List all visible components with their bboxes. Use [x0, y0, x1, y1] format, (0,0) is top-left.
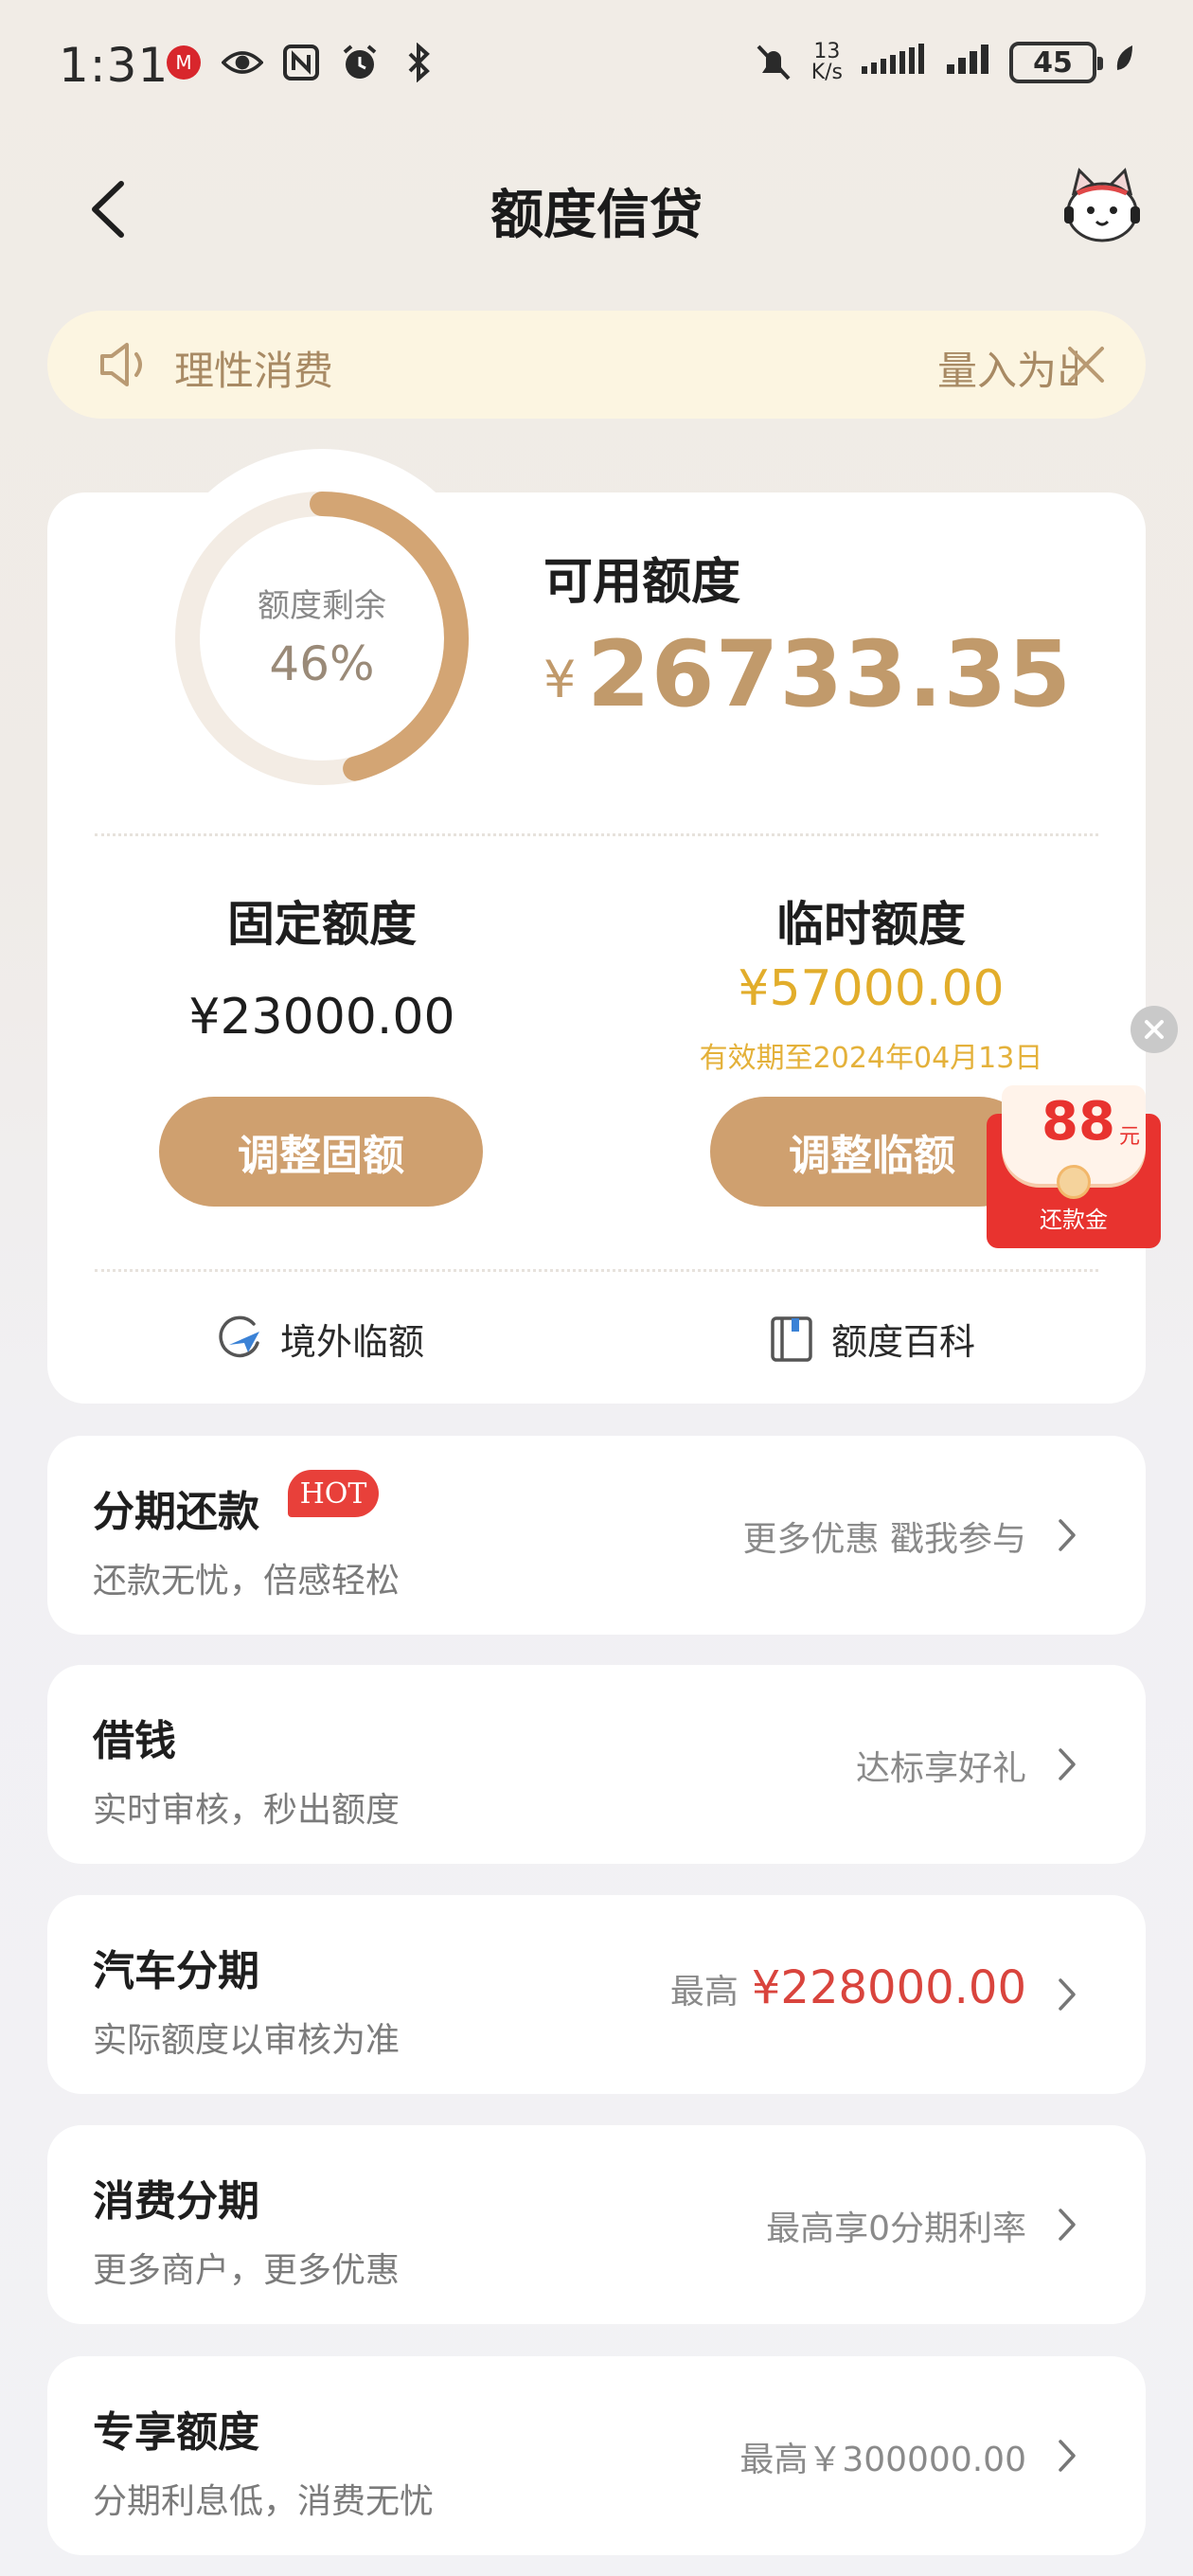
promo-close-button[interactable]: [1131, 1006, 1178, 1053]
quota-encyclopedia-link[interactable]: 额度百科: [767, 1313, 975, 1365]
nfc-icon: [280, 42, 322, 83]
red-packet-unit: 元: [1119, 1125, 1141, 1149]
book-icon: [771, 1315, 812, 1362]
eye-icon: [222, 42, 263, 83]
leaf-icon: [1113, 42, 1136, 83]
notice-bar[interactable]: 理性消费 量入为出: [47, 311, 1146, 419]
hot-badge: HOT: [288, 1470, 379, 1517]
temp-quota-expiry: 有效期至2024年04月13日: [699, 1042, 1043, 1075]
bluetooth-icon: [398, 42, 439, 83]
available-amount: 26733.35: [587, 621, 1073, 727]
repayment-red-packet[interactable]: 88 元 还款金: [987, 1085, 1161, 1248]
red-packet-label: 还款金: [1040, 1207, 1108, 1233]
adjust-fixed-quota-button[interactable]: 调整固额: [159, 1097, 483, 1207]
fixed-quota-amount: ¥23000.00: [188, 989, 455, 1046]
chevron-right-icon: [1059, 1978, 1076, 2011]
page-title: 额度信贷: [490, 185, 703, 246]
cell-signal-icon: [945, 42, 992, 83]
service-exclusive-quota[interactable]: 专享额度 分期利息低，消费无忧 最高￥300000.00: [47, 2356, 1146, 2555]
divider: [95, 1269, 1098, 1272]
adjust-temp-quota-button[interactable]: 调整临额: [710, 1097, 1034, 1207]
battery-icon: 45: [1009, 42, 1103, 83]
mute-bell-icon: [753, 42, 794, 83]
coin-icon: [1057, 1165, 1091, 1199]
service-consumer-installment[interactable]: 消费分期 更多商户，更多优惠 最高享0分期利率: [47, 2125, 1146, 2324]
chevron-right-icon: [1059, 2209, 1076, 2241]
chevron-right-icon: [1059, 2440, 1076, 2472]
service-borrow-money[interactable]: 借钱 实时审核，秒出额度 达标享好礼: [47, 1665, 1146, 1864]
alarm-icon: [339, 42, 381, 83]
car-max-amount: ¥228000.00: [751, 1961, 1026, 2014]
status-time: 1:31: [59, 38, 169, 93]
available-currency: ¥: [543, 650, 577, 709]
divider: [95, 833, 1098, 836]
close-icon[interactable]: [1064, 343, 1108, 386]
header: 额度信贷: [0, 152, 1193, 265]
wifi-signal-icon: [860, 42, 928, 83]
ring-percent: 46%: [269, 636, 375, 691]
bank-app-icon: M: [163, 42, 205, 83]
net-speed: 13 K/s: [810, 40, 843, 84]
status-bar: 1:31 M 13 K/s 45: [0, 0, 1193, 133]
temp-quota-title: 临时额度: [776, 897, 966, 952]
service-car-installment[interactable]: 汽车分期 实际额度以审核为准 最高 ¥228000.00: [47, 1895, 1146, 2094]
available-quota-label: 可用额度: [543, 554, 741, 611]
svg-text:M: M: [175, 51, 191, 74]
notice-text: 理性消费: [174, 348, 334, 394]
ring-label: 额度剩余: [258, 587, 386, 625]
temp-quota-amount: ¥57000.00: [738, 960, 1005, 1017]
notice-scroll-text: 量入为出: [937, 348, 1077, 394]
chevron-right-icon: [1059, 1519, 1076, 1551]
fixed-quota-title: 固定额度: [227, 897, 417, 952]
speaker-icon: [100, 343, 142, 386]
globe-plane-icon: [219, 1315, 259, 1357]
customer-service-mascot-icon[interactable]: [1059, 165, 1146, 252]
overseas-temp-quota-link[interactable]: 境外临额: [216, 1313, 424, 1365]
service-installment-repayment[interactable]: 分期还款 HOT 还款无忧，倍感轻松 更多优惠 戳我参与: [47, 1436, 1146, 1635]
chevron-right-icon: [1059, 1748, 1076, 1780]
close-icon: [1145, 1020, 1164, 1039]
